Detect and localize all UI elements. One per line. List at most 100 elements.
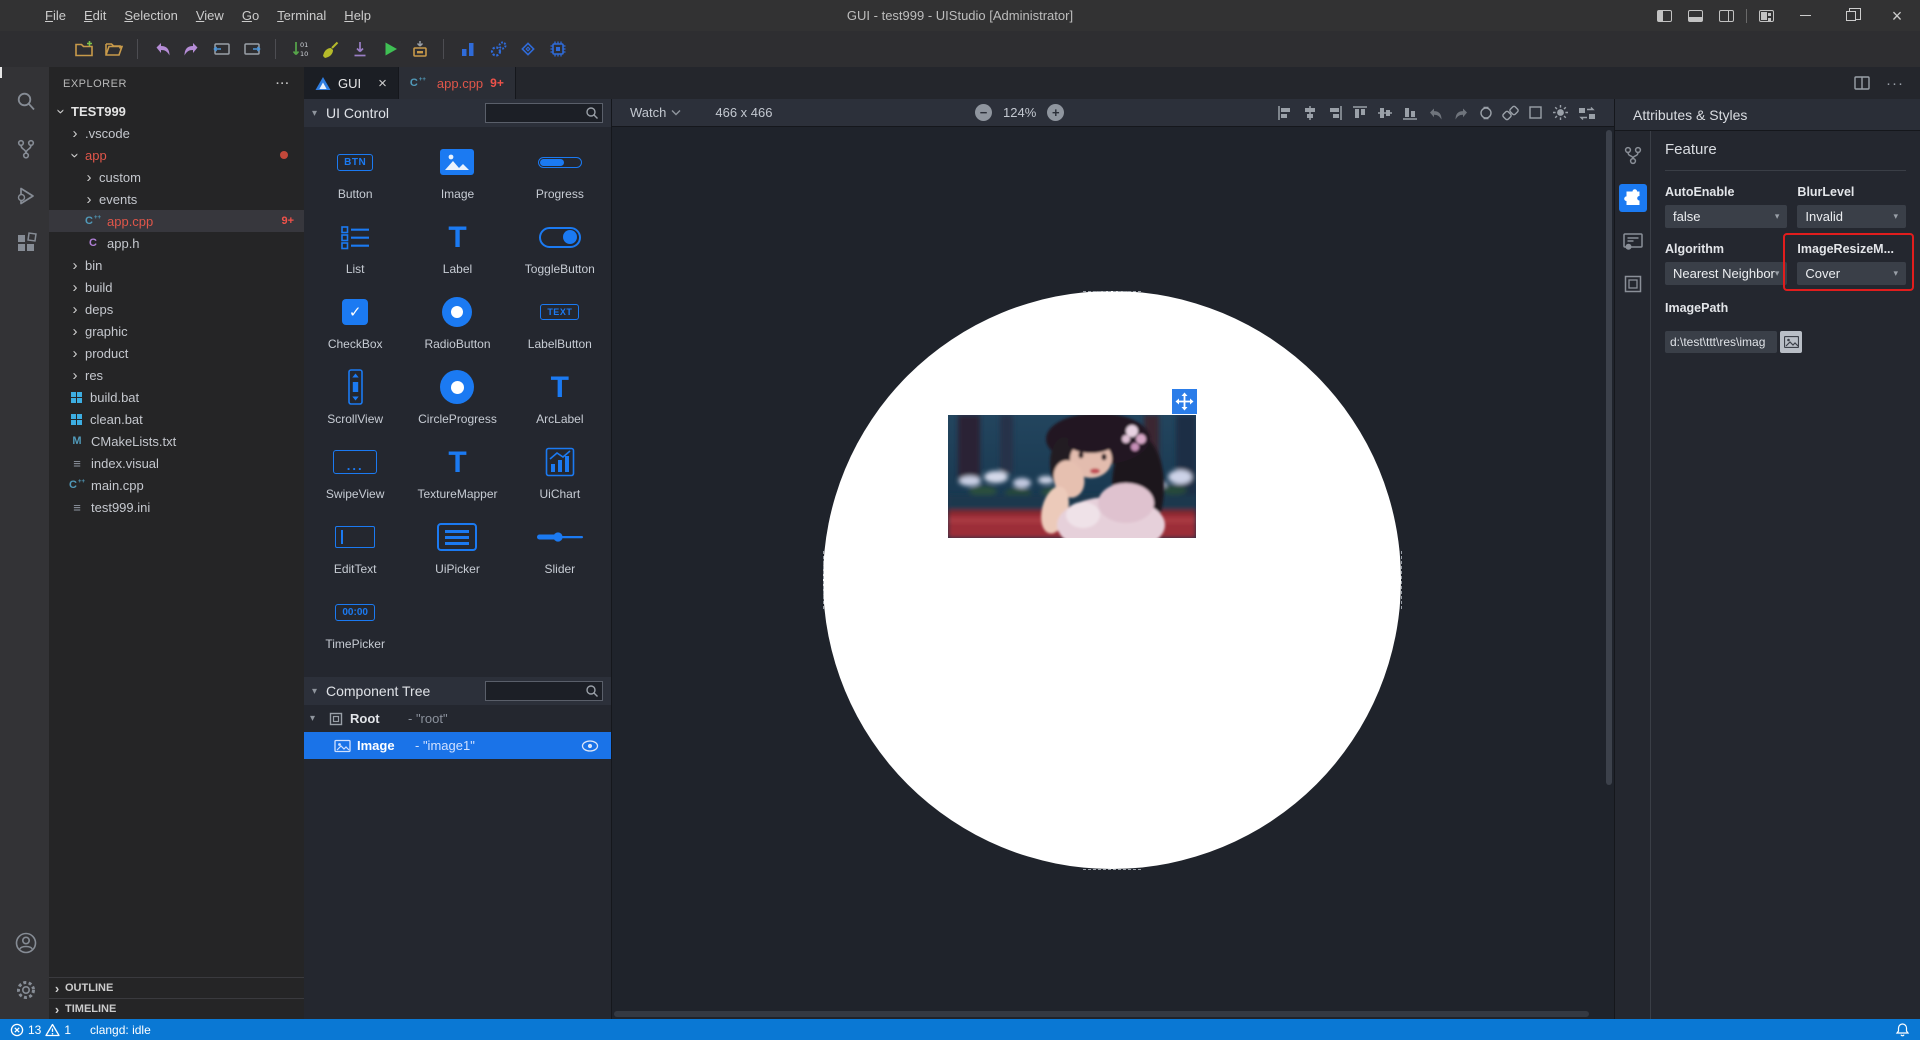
close-button[interactable] xyxy=(1874,0,1920,31)
control-uichart[interactable]: UiChart xyxy=(509,435,611,510)
device-button[interactable] xyxy=(544,36,571,63)
menu-terminal[interactable]: Terminal xyxy=(268,4,335,27)
tab-feature[interactable] xyxy=(1619,184,1647,212)
design-stage[interactable] xyxy=(612,127,1614,1019)
link-binding-icon[interactable] xyxy=(1502,105,1519,121)
tree-item-graphic[interactable]: graphic xyxy=(49,320,304,342)
device-selector[interactable]: Watch xyxy=(630,105,681,120)
align-right-icon[interactable] xyxy=(1327,105,1343,121)
ui-control-header[interactable]: UI Control xyxy=(304,99,611,127)
export-view-button[interactable] xyxy=(238,36,265,63)
tree-item-bin[interactable]: bin xyxy=(49,254,304,276)
control-list[interactable]: List xyxy=(304,210,406,285)
restore-button[interactable] xyxy=(1828,0,1874,31)
menu-selection[interactable]: Selection xyxy=(115,4,186,27)
more-actions-icon[interactable]: ··· xyxy=(276,78,290,90)
tree-item-clean-bat[interactable]: clean.bat xyxy=(49,408,304,430)
tree-item-test999-ini[interactable]: test999.ini xyxy=(49,496,304,518)
run-button[interactable] xyxy=(376,36,403,63)
tree-item-index-visual[interactable]: index.visual xyxy=(49,452,304,474)
tree-item-events[interactable]: events xyxy=(49,188,304,210)
canvas-vertical-scrollbar[interactable] xyxy=(1606,130,1612,785)
ui-control-search-input[interactable] xyxy=(486,106,582,120)
timeline-section[interactable]: TIMELINE xyxy=(49,998,304,1019)
menu-help[interactable]: Help xyxy=(335,4,380,27)
tree-item-main-cpp[interactable]: C main.cpp xyxy=(49,474,304,496)
tree-item-app[interactable]: app xyxy=(49,144,304,166)
control-edittext[interactable]: EditText xyxy=(304,510,406,585)
tree-item-build[interactable]: build xyxy=(49,276,304,298)
tree-item-vscode[interactable]: .vscode xyxy=(49,122,304,144)
build-settings-button[interactable] xyxy=(484,36,511,63)
open-project-button[interactable] xyxy=(100,36,127,63)
redo-button[interactable] xyxy=(178,36,205,63)
align-middle-vertical-icon[interactable] xyxy=(1377,105,1393,121)
tree-item-app-h[interactable]: C app.h xyxy=(49,232,304,254)
problems-indicator[interactable]: 13 1 xyxy=(10,1023,71,1037)
outline-section[interactable]: OUTLINE xyxy=(49,977,304,998)
control-progress[interactable]: Progress xyxy=(509,135,611,210)
control-label[interactable]: T Label xyxy=(406,210,508,285)
tree-item-app-cpp[interactable]: C app.cpp 9+ xyxy=(49,210,304,232)
split-editor-icon[interactable] xyxy=(1854,76,1870,90)
undo-icon[interactable] xyxy=(1427,105,1444,121)
clangd-status[interactable]: clangd: idle xyxy=(90,1023,151,1037)
control-swipeview[interactable]: ... SwipeView xyxy=(304,435,406,510)
watch-preview-icon[interactable] xyxy=(1479,105,1493,121)
clean-button[interactable] xyxy=(316,36,343,63)
transform-icon[interactable] xyxy=(1578,105,1596,121)
control-slider[interactable]: Slider xyxy=(509,510,611,585)
control-togglebutton[interactable]: ToggleButton xyxy=(509,210,611,285)
import-view-button[interactable] xyxy=(208,36,235,63)
new-project-button[interactable] xyxy=(70,36,97,63)
control-labelbutton[interactable]: TEXT LabelButton xyxy=(509,285,611,360)
menu-edit[interactable]: Edit xyxy=(75,4,115,27)
tree-item-custom[interactable]: custom xyxy=(49,166,304,188)
toggle-sidebar-icon[interactable] xyxy=(1657,10,1672,22)
control-scrollview[interactable]: ScrollView xyxy=(304,360,406,435)
menu-view[interactable]: View xyxy=(187,4,233,27)
control-checkbox[interactable]: CheckBox xyxy=(304,285,406,360)
close-tab-icon[interactable] xyxy=(378,75,387,92)
control-timepicker[interactable]: 00:00 TimePicker xyxy=(304,585,406,660)
component-root-row[interactable]: Root - "root" xyxy=(304,705,611,732)
tree-item-deps[interactable]: deps xyxy=(49,298,304,320)
blurlevel-select[interactable]: Invalid xyxy=(1797,205,1906,228)
brightness-icon[interactable] xyxy=(1552,104,1569,121)
activity-search[interactable] xyxy=(0,78,49,125)
visual-mode-button[interactable] xyxy=(514,36,541,63)
control-uipicker[interactable]: UiPicker xyxy=(406,510,508,585)
menu-file[interactable]: File xyxy=(36,4,75,27)
tree-item-root[interactable]: TEST999 xyxy=(49,100,304,122)
image1-element[interactable] xyxy=(948,415,1196,538)
zoom-out-button[interactable] xyxy=(975,104,992,121)
autoenable-select[interactable]: false xyxy=(1665,205,1787,228)
notifications-button[interactable] xyxy=(1895,1022,1910,1037)
zoom-in-button[interactable] xyxy=(1047,104,1064,121)
tab-app-cpp[interactable]: C app.cpp 9+ xyxy=(399,67,516,99)
control-button[interactable]: BTN Button xyxy=(304,135,406,210)
customize-layout-icon[interactable] xyxy=(1759,10,1774,22)
control-image[interactable]: Image xyxy=(406,135,508,210)
control-texturemapper[interactable]: T TextureMapper xyxy=(406,435,508,510)
algorithm-select[interactable]: Nearest Neighbor xyxy=(1665,262,1787,285)
align-center-horizontal-icon[interactable] xyxy=(1302,105,1318,121)
control-arclabel[interactable]: T ArcLabel xyxy=(509,360,611,435)
toggle-panel-icon[interactable] xyxy=(1688,10,1703,22)
control-circleprogress[interactable]: CircleProgress xyxy=(406,360,508,435)
activity-extensions[interactable] xyxy=(0,219,49,266)
package-button[interactable] xyxy=(406,36,433,63)
toggle-secondary-sidebar-icon[interactable] xyxy=(1719,10,1734,22)
visibility-eye-icon[interactable] xyxy=(581,740,599,752)
activity-source-control[interactable] xyxy=(0,125,49,172)
tree-item-cmakelists[interactable]: M CMakeLists.txt xyxy=(49,430,304,452)
canvas-horizontal-scrollbar[interactable] xyxy=(614,1011,1589,1017)
root-component-circle[interactable] xyxy=(823,291,1401,869)
component-tree-header[interactable]: Component Tree xyxy=(304,677,611,705)
tree-item-res[interactable]: res xyxy=(49,364,304,386)
account-button[interactable] xyxy=(0,919,49,966)
move-handle-icon[interactable] xyxy=(1172,389,1197,414)
settings-button[interactable] xyxy=(0,966,49,1013)
more-actions-icon[interactable] xyxy=(1886,75,1904,92)
merge-button[interactable] xyxy=(346,36,373,63)
